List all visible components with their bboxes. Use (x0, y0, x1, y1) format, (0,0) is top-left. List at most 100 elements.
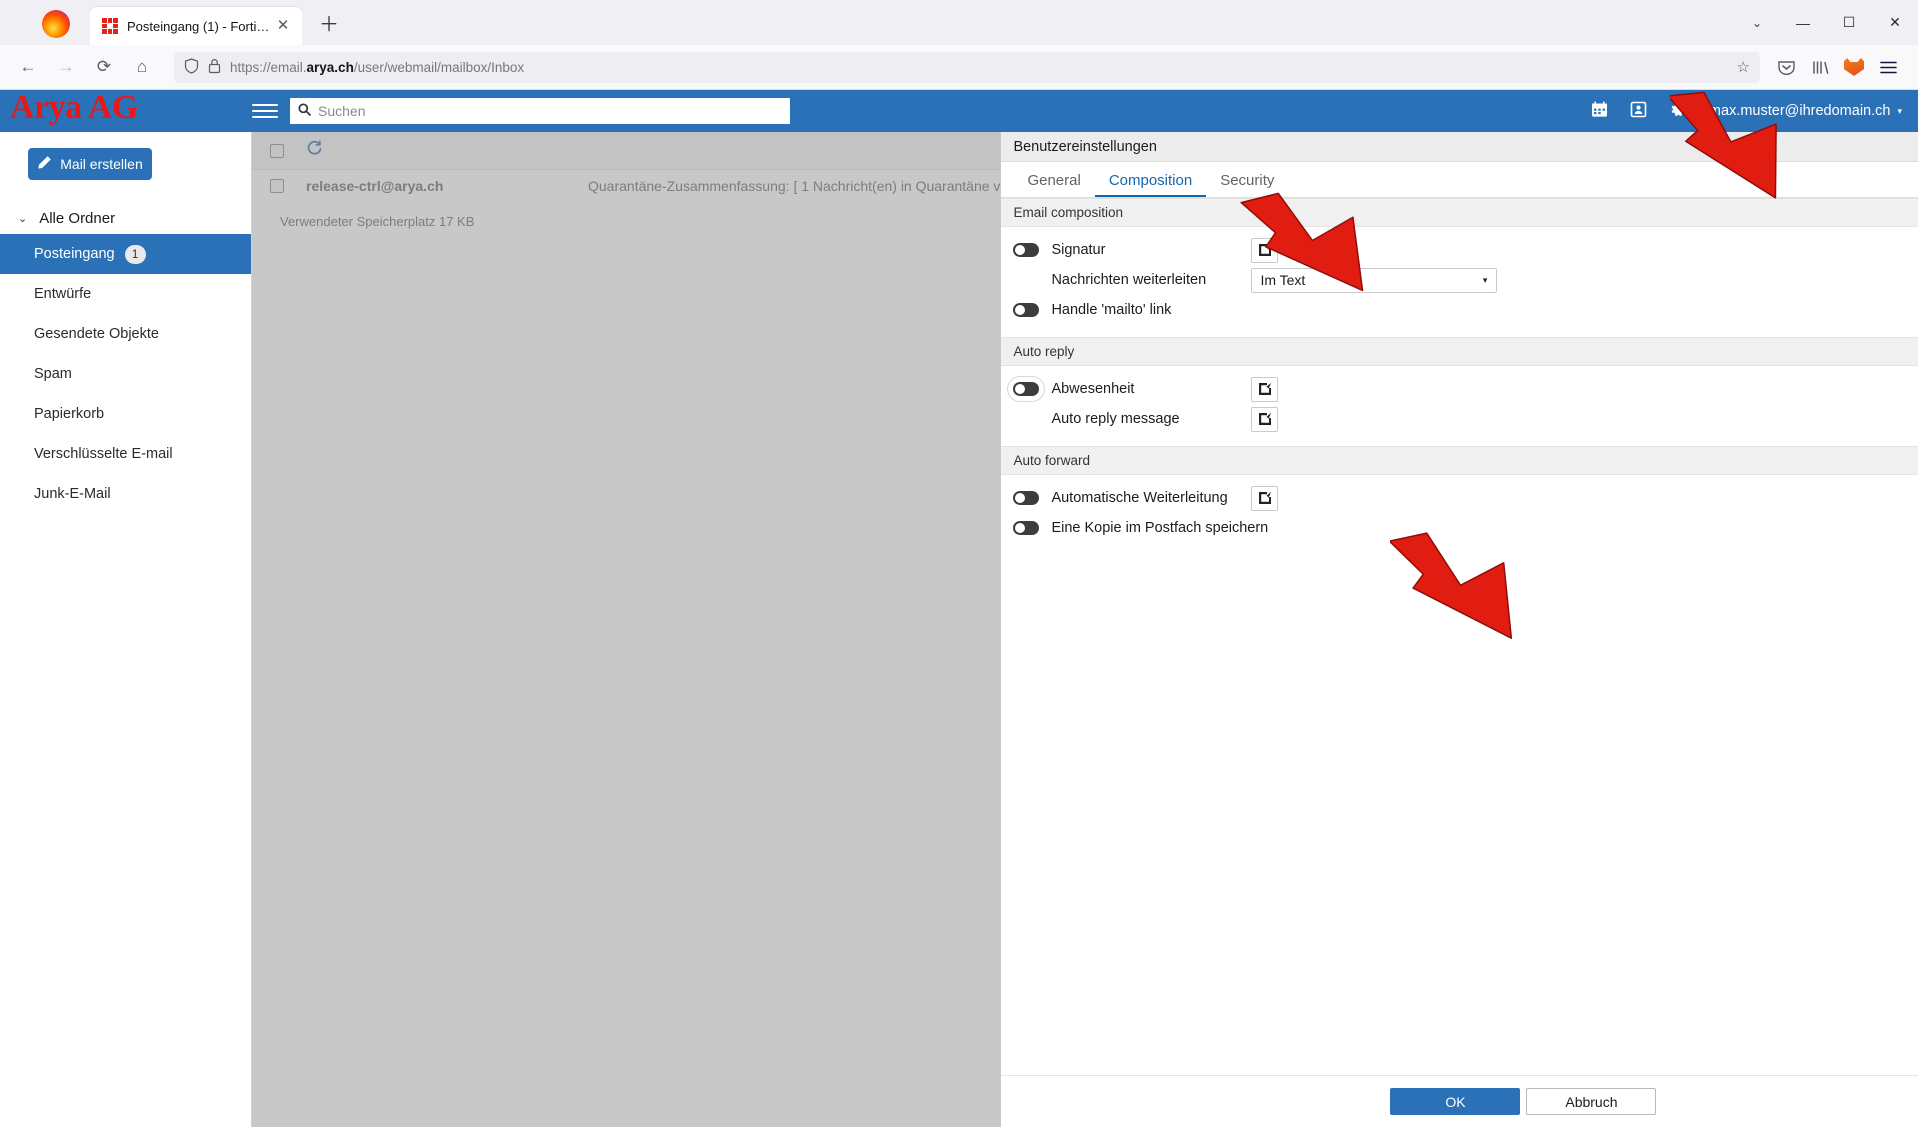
settings-panel-title: Benutzereinstellungen (1001, 132, 1918, 162)
app-body: Mail erstellen ⌄ Alle Ordner Posteingang… (0, 132, 1918, 1127)
folder-label: Gesendete Objekte (34, 326, 159, 342)
compose-mail-button[interactable]: Mail erstellen (28, 148, 152, 180)
browser-tabstrip: Posteingang (1) - FortiMail ✕ ＋ ⌄ — ☐ ✕ (0, 0, 1918, 45)
app-menu-icon[interactable] (1872, 51, 1904, 83)
setting-abwesenheit: Abwesenheit (1001, 374, 1918, 404)
sidebar-item-gesendete-objekte[interactable]: Gesendete Objekte (0, 314, 251, 354)
close-window-button[interactable]: ✕ (1872, 0, 1918, 45)
close-tab-icon[interactable]: ✕ (272, 15, 294, 37)
window-controls: ⌄ — ☐ ✕ (1734, 0, 1918, 45)
pocket-icon[interactable] (1770, 51, 1802, 83)
settings-footer: OK Abbruch (1001, 1075, 1918, 1127)
browser-window: Posteingang (1) - FortiMail ✕ ＋ ⌄ — ☐ ✕ … (0, 0, 1918, 1127)
storage-usage-text: Verwendeter Speicherplatz 17 KB (280, 214, 475, 229)
url-bar[interactable]: https://email.arya.ch/user/webmail/mailb… (174, 51, 1760, 83)
handle-mailto-toggle[interactable] (1013, 303, 1040, 317)
automatische-weiterleitung-edit-icon[interactable] (1251, 485, 1279, 511)
setting-signatur: Signatur (1001, 235, 1918, 265)
mail-subject: Quarantäne-Zusammenfassung: [ 1 Nachrich… (588, 178, 1001, 194)
kopie-speichern-label: Eine Kopie im Postfach speichern (1051, 520, 1269, 536)
maximize-button[interactable]: ☐ (1826, 0, 1872, 45)
firefox-logo-icon (42, 10, 70, 38)
sidebar-toggle-icon[interactable] (252, 100, 278, 122)
automatische-weiterleitung-toggle[interactable] (1013, 491, 1040, 505)
cancel-button[interactable]: Abbruch (1526, 1088, 1657, 1115)
settings-gear-icon[interactable] (1669, 101, 1687, 122)
sidebar-item-spam[interactable]: Spam (0, 354, 251, 394)
app-brand-logo: Arya AG (10, 89, 138, 126)
setting-handle-mailto: Handle 'mailto' link (1001, 295, 1918, 325)
abwesenheit-label: Abwesenheit (1051, 381, 1135, 397)
section-body-auto-forward: Automatische Weiterleitung Eine Kopie im… (1001, 475, 1918, 555)
handle-mailto-label: Handle 'mailto' link (1051, 302, 1172, 318)
minimize-button[interactable]: — (1780, 0, 1826, 45)
auto-reply-message-edit-icon[interactable] (1251, 406, 1279, 432)
tab-security[interactable]: Security (1206, 173, 1288, 197)
tab-general[interactable]: General (1013, 173, 1094, 197)
fortinet-favicon-icon (102, 18, 118, 34)
user-email: max.muster@ihredomain.ch (1708, 103, 1891, 119)
calendar-icon[interactable] (1591, 101, 1608, 121)
row-checkbox[interactable] (270, 179, 284, 193)
mail-list-pane: release-ctrl@arya.ch Quarantäne-Zusammen… (252, 132, 1001, 1127)
nachrichten-weiterleiten-select[interactable]: Im Text ▾ (1251, 267, 1498, 293)
browser-toolbar-icons (1770, 51, 1906, 83)
lock-icon[interactable] (208, 58, 221, 77)
home-icon[interactable]: ⌂ (126, 51, 158, 83)
folder-label: Papierkorb (34, 406, 105, 422)
abwesenheit-edit-icon[interactable] (1251, 376, 1279, 402)
all-folders-header[interactable]: ⌄ Alle Ordner (0, 202, 251, 234)
signatur-label: Signatur (1051, 242, 1106, 258)
signatur-edit-icon[interactable] (1251, 237, 1279, 263)
tracking-shield-icon[interactable] (184, 57, 199, 77)
url-text[interactable]: https://email.arya.ch/user/webmail/mailb… (230, 60, 1737, 75)
reload-icon[interactable]: ⟳ (88, 51, 120, 83)
forward-icon[interactable]: → (50, 51, 82, 83)
section-heading-auto-reply: Auto reply (1001, 337, 1918, 366)
user-account-menu[interactable]: max.muster@ihredomain.ch ▾ (1709, 103, 1902, 119)
mail-list-toolbar (252, 132, 1001, 170)
sidebar-item-posteingang[interactable]: Posteingang 1 (0, 234, 251, 274)
sidebar-item-verschluesselte-email[interactable]: Verschlüsselte E-mail (0, 434, 251, 474)
new-tab-button[interactable]: ＋ (314, 11, 344, 41)
automatische-weiterleitung-label: Automatische Weiterleitung (1051, 490, 1228, 506)
ok-button[interactable]: OK (1390, 1088, 1521, 1115)
header-right-cluster: max.muster@ihredomain.ch ▾ (1591, 90, 1902, 132)
folder-label: Spam (34, 366, 72, 382)
sidebar-item-entwuerfe[interactable]: Entwürfe (0, 274, 251, 314)
setting-nachrichten-weiterleiten: Nachrichten weiterleiten Im Text ▾ (1001, 265, 1918, 295)
settings-tabs: General Composition Security (1001, 162, 1918, 198)
nachrichten-weiterleiten-label: Nachrichten weiterleiten (1051, 272, 1207, 288)
metamask-extension-icon[interactable] (1838, 51, 1870, 83)
pencil-icon (37, 155, 52, 173)
back-icon[interactable]: ← (12, 51, 44, 83)
signatur-toggle[interactable] (1013, 243, 1040, 257)
all-folders-label: Alle Ordner (39, 209, 116, 227)
section-heading-auto-forward: Auto forward (1001, 446, 1918, 475)
compose-mail-label: Mail erstellen (60, 156, 143, 172)
browser-tab[interactable]: Posteingang (1) - FortiMail ✕ (90, 7, 302, 45)
bookmark-star-icon[interactable]: ☆ (1737, 58, 1750, 76)
kopie-speichern-toggle[interactable] (1013, 521, 1040, 535)
refresh-icon[interactable] (306, 140, 322, 161)
section-body-email-composition: Signatur Nachrichten weiterleiten Im Tex… (1001, 227, 1918, 337)
list-all-tabs-icon[interactable]: ⌄ (1734, 0, 1780, 45)
search-box[interactable] (290, 98, 790, 124)
table-row[interactable]: release-ctrl@arya.ch Quarantäne-Zusammen… (252, 170, 1001, 202)
contacts-icon[interactable] (1630, 101, 1647, 121)
search-input[interactable] (318, 103, 782, 119)
sidebar-item-junk-email[interactable]: Junk-E-Mail (0, 474, 251, 514)
user-settings-panel: Benutzereinstellungen General Compositio… (1000, 132, 1918, 1127)
search-icon (298, 103, 311, 119)
library-icon[interactable] (1804, 51, 1836, 83)
select-all-checkbox[interactable] (270, 143, 284, 158)
unread-badge: 1 (124, 244, 146, 264)
sidebar-item-papierkorb[interactable]: Papierkorb (0, 394, 251, 434)
tab-title: Posteingang (1) - FortiMail (127, 18, 272, 34)
setting-auto-reply-message: Auto reply message (1001, 404, 1918, 434)
app-header: Arya AG max. (0, 90, 1918, 132)
sidebar: Mail erstellen ⌄ Alle Ordner Posteingang… (0, 132, 252, 1127)
setting-kopie-speichern: Eine Kopie im Postfach speichern (1001, 513, 1918, 543)
abwesenheit-toggle[interactable] (1013, 382, 1040, 396)
tab-composition[interactable]: Composition (1094, 173, 1207, 197)
